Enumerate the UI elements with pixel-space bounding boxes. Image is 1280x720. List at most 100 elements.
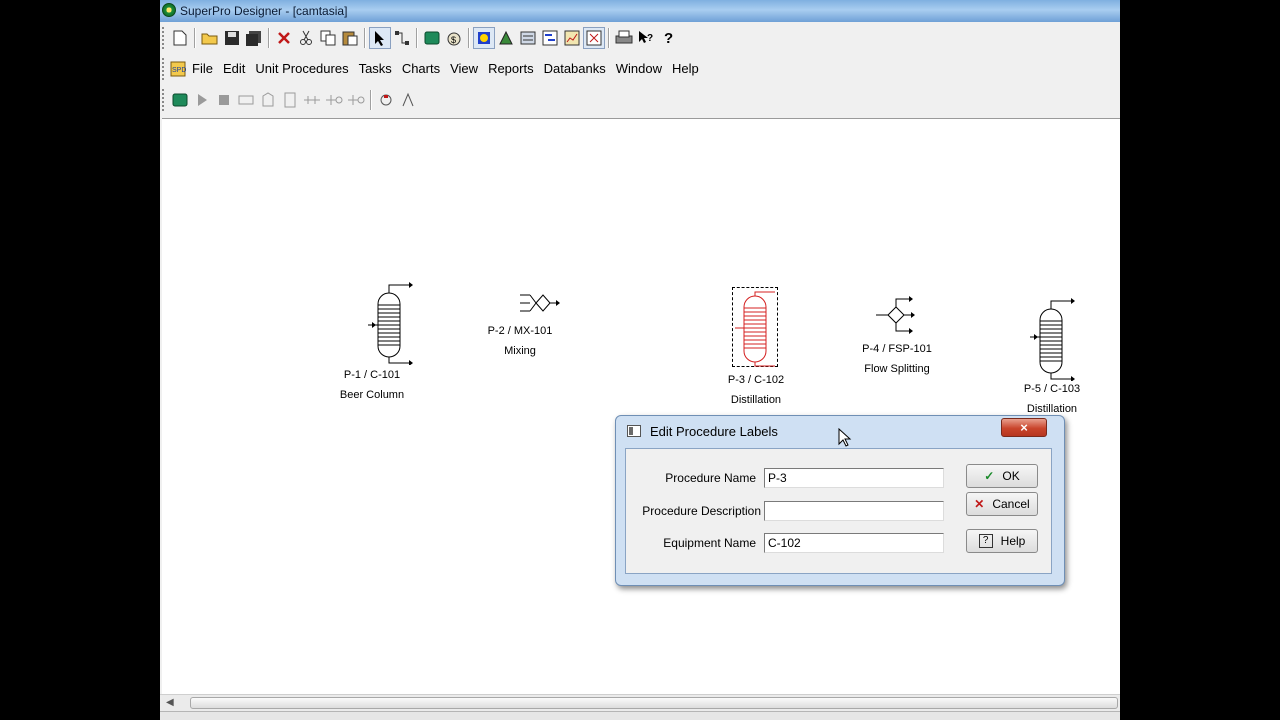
flow-splitter-icon [876, 296, 915, 334]
menu-bar: SPD File Edit Unit Procedures Tasks Char… [160, 56, 704, 82]
procedure-description-input[interactable] [764, 501, 944, 521]
add-input-icon[interactable] [323, 89, 345, 111]
document-menu-icon[interactable]: SPD [169, 60, 187, 78]
menu-unit-procedures[interactable]: Unit Procedures [250, 56, 353, 82]
unit-id-label: P-5 / C-103 [1023, 383, 1081, 395]
ok-button[interactable]: ✓ OK [966, 464, 1038, 488]
help-button-label: Help [1000, 534, 1026, 548]
procedure-name-label: Procedure Name [665, 471, 756, 485]
print-icon[interactable] [613, 27, 635, 49]
cancel-button-label: Cancel [992, 497, 1030, 511]
play-icon[interactable] [191, 89, 213, 111]
scrollbar-thumb[interactable] [190, 697, 1118, 709]
debottleneck-icon[interactable] [397, 89, 419, 111]
copy-icon[interactable] [317, 27, 339, 49]
unit-id-label: P-3 / C-102 [727, 374, 785, 386]
new-file-icon[interactable] [169, 27, 191, 49]
mixer-icon [520, 294, 560, 312]
menu-tasks[interactable]: Tasks [354, 56, 397, 82]
unit-procedure-p1[interactable]: P-1 / C-101 Beer Column [340, 281, 413, 401]
unit-description-label: Distillation [730, 394, 782, 406]
checkmark-icon: ✓ [984, 469, 995, 483]
unit-id-label: P-1 / C-101 [343, 369, 401, 381]
save-all-icon[interactable] [243, 27, 265, 49]
dialog-window-icon [627, 425, 641, 437]
menubar-grip[interactable] [162, 58, 166, 80]
distillation-column-icon [735, 291, 775, 367]
scroll-left-icon[interactable]: ◀ [166, 697, 174, 708]
cancel-button[interactable]: ✕ Cancel [966, 492, 1038, 516]
simulation-toolbar [160, 86, 419, 114]
menu-reports[interactable]: Reports [483, 56, 539, 82]
context-help-icon[interactable]: ? [635, 27, 657, 49]
svg-text:$: $ [451, 35, 456, 45]
menu-file[interactable]: File [187, 56, 218, 82]
cut-icon[interactable] [295, 27, 317, 49]
distillation-column-icon [368, 282, 413, 365]
menu-view[interactable]: View [445, 56, 483, 82]
equipment-name-label: Equipment Name [663, 536, 756, 550]
add-output-icon[interactable] [345, 89, 367, 111]
window-title: SuperPro Designer - [camtasia] [180, 4, 348, 18]
unit-id-label: P-2 / MX-101 [487, 325, 553, 337]
title-bar[interactable]: SuperPro Designer - [camtasia] [160, 0, 1120, 22]
chart-icon[interactable] [561, 27, 583, 49]
menu-window[interactable]: Window [611, 56, 667, 82]
help-icon[interactable]: ? [657, 27, 679, 49]
procedure-description-label: Procedure Description [642, 504, 761, 518]
app-logo-icon [162, 3, 176, 17]
stop-icon[interactable] [213, 89, 235, 111]
flowsheet-canvas[interactable]: P-1 / C-101 Beer Column P-2 / MX-101 Mix… [162, 118, 1120, 695]
stream-table-icon[interactable] [583, 27, 605, 49]
delete-icon[interactable] [273, 27, 295, 49]
application-window: SuperPro Designer - [camtasia] $ ? ? SPD… [160, 0, 1120, 720]
flowsheet-icon[interactable] [517, 27, 539, 49]
equipment-name-input[interactable] [764, 533, 944, 553]
toolbar-grip[interactable] [162, 27, 166, 49]
equipment-sizing-icon[interactable] [257, 89, 279, 111]
select-pointer-icon[interactable] [369, 27, 391, 49]
menu-databanks[interactable]: Databanks [539, 56, 611, 82]
procedure-name-input[interactable] [764, 468, 944, 488]
equipment-icon[interactable] [495, 27, 517, 49]
economics-icon[interactable]: $ [443, 27, 465, 49]
unit-description-label: Mixing [504, 345, 536, 357]
svg-text:?: ? [647, 33, 653, 44]
horizontal-scrollbar[interactable]: ◀ [160, 694, 1120, 712]
save-icon[interactable] [221, 27, 243, 49]
menu-help[interactable]: Help [667, 56, 704, 82]
paste-icon[interactable] [339, 27, 361, 49]
standard-toolbar: $ ? ? [160, 24, 679, 52]
dialog-body: Procedure Name Procedure Description Equ… [625, 448, 1052, 574]
scheduling-icon[interactable] [301, 89, 323, 111]
open-folder-icon[interactable] [199, 27, 221, 49]
unit-id-label: P-4 / FSP-101 [862, 343, 932, 355]
svg-text:?: ? [664, 30, 673, 46]
unit-procedure-p5[interactable]: P-5 / C-103 Distillation [1024, 297, 1080, 415]
step-icon[interactable] [235, 89, 257, 111]
distillation-column-icon [1030, 298, 1075, 381]
color-fill-icon[interactable] [473, 27, 495, 49]
help-question-icon: ? [978, 534, 993, 548]
toolbar-grip[interactable] [162, 89, 166, 111]
unit-procedure-p3-selected[interactable]: P-3 / C-102 Distillation [728, 287, 784, 406]
connect-streams-icon[interactable] [391, 27, 413, 49]
close-button[interactable]: × [1001, 418, 1047, 437]
unit-procedure-p4[interactable]: P-4 / FSP-101 Flow Splitting [862, 295, 932, 375]
status-bar [160, 711, 1120, 720]
menu-charts[interactable]: Charts [397, 56, 445, 82]
mouse-cursor-icon [838, 428, 852, 447]
unit-procedure-p2[interactable]: P-2 / MX-101 Mixing [488, 289, 560, 357]
menu-edit[interactable]: Edit [218, 56, 250, 82]
unit-description-label: Beer Column [339, 389, 405, 401]
ok-button-label: OK [1002, 469, 1020, 483]
gantt-chart-icon[interactable] [539, 27, 561, 49]
unit-description-label: Flow Splitting [864, 363, 930, 375]
dialog-title: Edit Procedure Labels [650, 424, 778, 439]
solve-mass-balance-icon[interactable] [169, 89, 191, 111]
procedure-wizard-icon[interactable] [375, 89, 397, 111]
data-icon[interactable] [279, 89, 301, 111]
cancel-x-icon: ✕ [974, 497, 985, 511]
help-button[interactable]: ? Help [966, 529, 1038, 553]
simulation-icon[interactable] [421, 27, 443, 49]
